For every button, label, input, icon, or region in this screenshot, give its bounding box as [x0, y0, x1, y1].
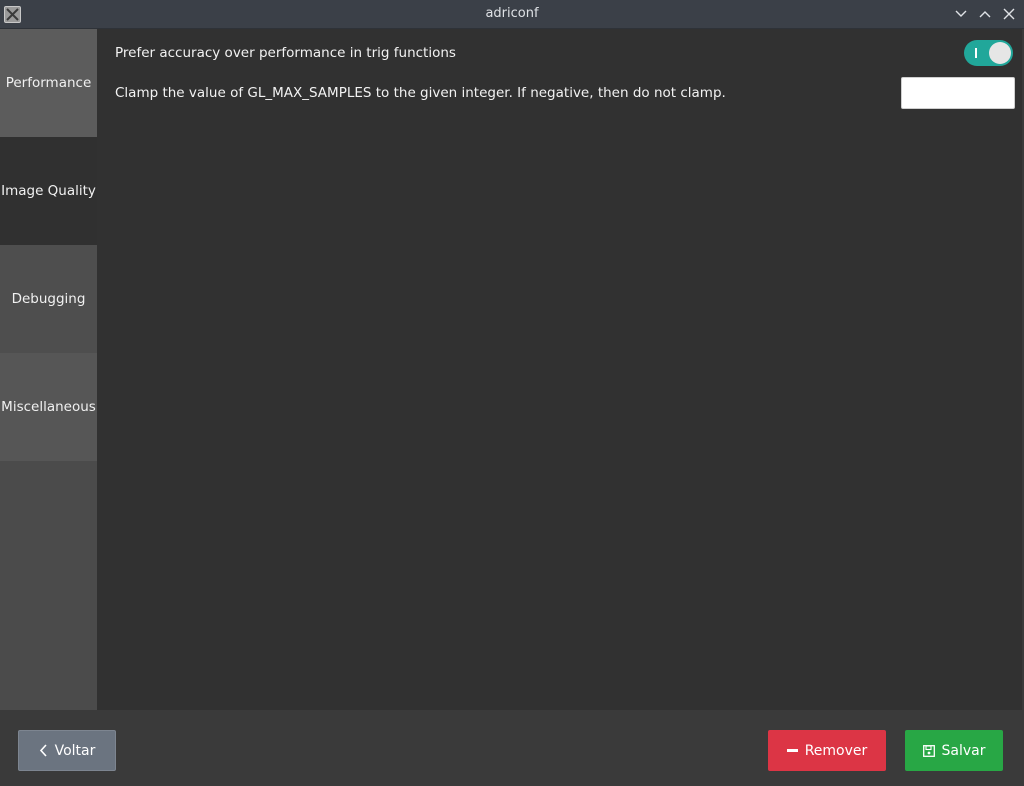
back-button[interactable]: Voltar [18, 730, 116, 771]
close-icon[interactable] [1001, 6, 1017, 22]
options-panel: Prefer accuracy over performance in trig… [97, 29, 1022, 710]
toggle-knob [989, 42, 1011, 64]
floppy-disk-icon [922, 744, 935, 757]
trig-accuracy-toggle[interactable] [964, 40, 1013, 66]
remove-button[interactable]: Remover [768, 730, 886, 771]
sidebar-item-label: Image Quality [1, 183, 96, 199]
sidebar-item-performance[interactable]: Performance [0, 29, 97, 137]
save-button[interactable]: Salvar [905, 730, 1003, 771]
chevron-left-icon [39, 744, 47, 757]
chevron-up-icon[interactable] [977, 6, 993, 22]
clamp-samples-input[interactable] [901, 77, 1015, 109]
remove-button-label: Remover [804, 742, 868, 759]
sidebar-item-label: Performance [5, 75, 92, 91]
save-button-label: Salvar [941, 742, 986, 759]
minus-icon [786, 749, 798, 752]
window-title: adriconf [485, 6, 539, 21]
sidebar-item-image-quality[interactable]: Image Quality [0, 137, 97, 245]
chevron-down-icon[interactable] [953, 6, 969, 22]
footer-bar: Voltar Remover Salvar [0, 710, 1024, 786]
sidebar-item-debugging[interactable]: Debugging [0, 245, 97, 353]
sidebar-item-miscellaneous[interactable]: Miscellaneous [0, 353, 97, 461]
sidebar: Performance Image Quality Debugging Misc… [0, 29, 97, 710]
sidebar-item-label: Miscellaneous [1, 399, 96, 415]
toggle-on-indicator [975, 48, 977, 58]
trig-accuracy-label: Prefer accuracy over performance in trig… [115, 45, 456, 61]
clamp-samples-label: Clamp the value of GL_MAX_SAMPLES to the… [115, 85, 726, 101]
back-button-label: Voltar [54, 742, 96, 759]
sidebar-item-label: Debugging [11, 291, 86, 307]
title-bar: adriconf [0, 0, 1024, 29]
